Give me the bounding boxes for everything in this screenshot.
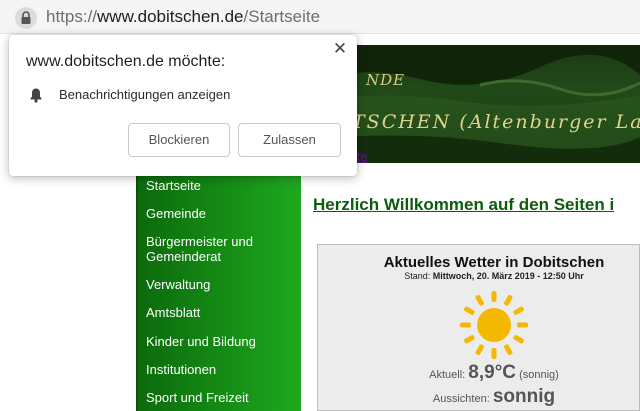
- weather-current: Aktuell: 8,9°C (sonnig): [318, 362, 640, 384]
- sun-ray: [460, 322, 471, 328]
- address-bar[interactable]: https://www.dobitschen.de/Startseite: [0, 0, 640, 34]
- sidebar-nav: Startseite Gemeinde Bürgermeister und Ge…: [136, 169, 301, 411]
- weather-stand-label: Stand:: [404, 271, 431, 281]
- sidebar-item-institutionen[interactable]: Institutionen: [146, 362, 296, 377]
- weather-stand-value: Mittwoch, 20. März 2019 - 12:50 Uhr: [432, 271, 584, 281]
- sidebar-item-gemeinde[interactable]: Gemeinde: [146, 206, 296, 221]
- sidebar-item-startseite[interactable]: Startseite: [146, 178, 296, 193]
- banner-text-main: TSCHEN (Altenburger La: [352, 111, 640, 133]
- close-icon[interactable]: ✕: [331, 40, 349, 58]
- weather-title: Aktuelles Wetter in Dobitschen: [383, 254, 605, 271]
- sidebar-item-kinder-bildung[interactable]: Kinder und Bildung: [146, 334, 296, 349]
- sun-ray: [491, 348, 497, 359]
- url-scheme: https://: [46, 7, 98, 26]
- sun-ray: [464, 306, 475, 315]
- sun-ray: [504, 295, 513, 306]
- sun-ray: [475, 344, 484, 355]
- sidebar-item-verwaltung[interactable]: Verwaltung: [146, 277, 296, 292]
- sun-icon: [460, 291, 528, 359]
- weather-current-desc: (sonnig): [519, 369, 559, 381]
- bell-icon: [30, 88, 42, 103]
- page-title: Herzlich Willkommen auf den Seiten i: [313, 195, 615, 214]
- sun-ray: [464, 335, 475, 344]
- sun-ray: [491, 291, 497, 302]
- sun-ray: [513, 306, 524, 315]
- sun-ray: [475, 295, 484, 306]
- lock-icon[interactable]: [15, 7, 37, 29]
- url-text[interactable]: https://www.dobitschen.de/Startseite: [46, 7, 320, 27]
- allow-button[interactable]: Zulassen: [238, 123, 341, 157]
- notification-permission-popup: www.dobitschen.de möchte: ✕ Benachrichti…: [9, 35, 357, 176]
- weather-forecast-value: sonnig: [492, 386, 556, 407]
- banner-text-top: NDE: [366, 71, 406, 89]
- sun-ray: [504, 344, 513, 355]
- weather-forecast-label: Aussichten:: [432, 393, 490, 405]
- permission-text: Benachrichtigungen anzeigen: [59, 87, 231, 102]
- url-host: www.dobitschen.de: [97, 7, 244, 26]
- sun-ray: [513, 335, 524, 344]
- sidebar-item-sport-freizeit[interactable]: Sport und Freizeit: [146, 390, 296, 405]
- weather-forecast: Aussichten: sonnig: [318, 386, 640, 408]
- weather-timestamp: Stand: Mittwoch, 20. März 2019 - 12:50 U…: [318, 271, 640, 281]
- sidebar-item-buergermeister[interactable]: Bürgermeister und Gemeinderat: [146, 234, 296, 264]
- url-path: /Startseite: [243, 7, 321, 26]
- sidebar-item-amtsblatt[interactable]: Amtsblatt: [146, 305, 296, 320]
- popup-title: www.dobitschen.de möchte:: [26, 53, 226, 70]
- block-button[interactable]: Blockieren: [128, 123, 230, 157]
- weather-current-label: Aktuell:: [429, 369, 466, 381]
- weather-temperature: 8,9°C: [468, 362, 517, 383]
- weather-widget: Aktuelles Wetter in Dobitschen Stand: Mi…: [317, 244, 640, 411]
- sun-ray: [517, 322, 528, 328]
